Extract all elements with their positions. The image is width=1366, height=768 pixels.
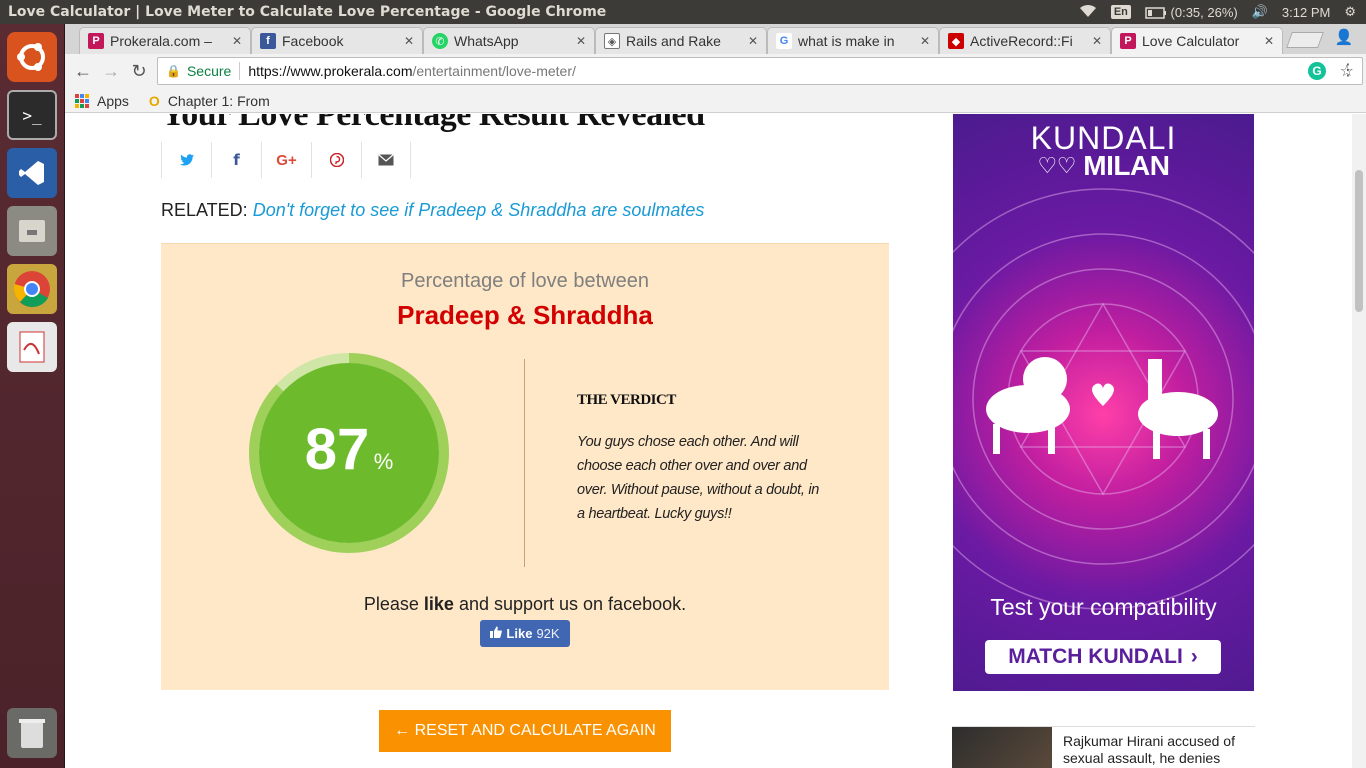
- page-title: Your Love Percentage Result Revealed: [161, 114, 705, 133]
- prokerala-favicon-icon: P: [88, 33, 104, 49]
- bookmark-apps[interactable]: Apps: [97, 93, 129, 109]
- related-prefix: RELATED:: [161, 200, 248, 220]
- settings-gear-icon[interactable]: ⚙: [1344, 4, 1356, 20]
- tab-google-search[interactable]: G what is make in ✕: [767, 27, 939, 54]
- result-label: Percentage of love between: [401, 270, 649, 292]
- like-count: 92K: [536, 626, 560, 641]
- facebook-like-button[interactable]: Like 92K: [480, 620, 570, 647]
- terminal-icon[interactable]: >_: [7, 90, 57, 140]
- related-line: RELATED: Don't forget to see if Pradeep …: [161, 200, 704, 221]
- tab-prokerala[interactable]: P Prokerala.com – ✕: [79, 27, 251, 54]
- close-tab-icon[interactable]: ✕: [232, 34, 242, 48]
- window-title: Love Calculator | Love Meter to Calculat…: [8, 4, 607, 20]
- ad-brand-line2: ♡♡ MILAN: [1037, 150, 1170, 181]
- share-buttons: f G+: [161, 142, 411, 178]
- volume-icon[interactable]: 🔊: [1252, 4, 1268, 20]
- double-heart-icon: ♡♡: [1037, 153, 1077, 178]
- ruby-favicon-icon: ◆: [948, 33, 964, 49]
- system-top-bar: Love Calculator | Love Meter to Calculat…: [0, 0, 1366, 24]
- news-headline[interactable]: Rajkumar Hirani accused of sexual assaul…: [1063, 733, 1253, 767]
- ubuntu-launcher: >_: [0, 24, 65, 768]
- files-icon[interactable]: [7, 206, 57, 256]
- battery-status-text: (0:35, 26%): [1170, 4, 1238, 20]
- close-tab-icon[interactable]: ✕: [1264, 34, 1274, 48]
- browser-toolbar: ← → ↻ 🔒 Secure https://www.prokerala.com…: [65, 54, 1366, 89]
- apps-grid-icon[interactable]: [75, 93, 89, 108]
- system-tray: En (0:35, 26%) 🔊 3:12 PM ⚙: [1079, 4, 1366, 21]
- facebook-favicon-icon: f: [260, 33, 276, 49]
- love-percentage-gauge: 87 %: [244, 348, 454, 558]
- pinterest-share-icon[interactable]: [311, 142, 361, 178]
- whatsapp-favicon-icon: ✆: [432, 33, 448, 49]
- address-bar[interactable]: 🔒 Secure https://www.prokerala.com/enter…: [157, 57, 1363, 85]
- forward-icon[interactable]: →: [97, 61, 125, 82]
- news-item[interactable]: Rajkumar Hirani accused of sexual assaul…: [952, 726, 1255, 768]
- chapter-bookmark-icon: O: [148, 92, 160, 109]
- match-kundali-button[interactable]: MATCH KUNDALI ›: [985, 640, 1221, 674]
- page-viewport: Your Love Percentage Result Revealed f G…: [65, 114, 1352, 768]
- reload-icon[interactable]: ↻: [125, 61, 153, 82]
- tab-facebook[interactable]: f Facebook ✕: [251, 27, 423, 54]
- close-tab-icon[interactable]: ✕: [404, 34, 414, 48]
- close-tab-icon[interactable]: ✕: [920, 34, 930, 48]
- tab-whatsapp[interactable]: ✆ WhatsApp ✕: [423, 27, 595, 54]
- close-tab-icon[interactable]: ✕: [576, 34, 586, 48]
- trash-icon[interactable]: [7, 708, 57, 758]
- prokerala-favicon-icon: P: [1120, 33, 1136, 49]
- clock[interactable]: 3:12 PM: [1282, 5, 1330, 20]
- url-host: https://www.prokerala.com: [248, 63, 413, 79]
- email-share-icon[interactable]: [361, 142, 411, 178]
- bookmarks-bar: Apps O Chapter 1: From: [65, 89, 1366, 113]
- verdict-text: You guys chose each other. And will choo…: [577, 434, 820, 522]
- ubuntu-dash-icon[interactable]: [7, 32, 57, 82]
- love-result-card: Percentage of love between Pradeep & Shr…: [161, 243, 889, 690]
- document-viewer-icon[interactable]: [7, 322, 57, 372]
- browser-tab-strip: P Prokerala.com – ✕ f Facebook ✕ ✆ WhatsAp…: [65, 24, 1366, 54]
- ad-tagline: Test your compatibility: [990, 594, 1217, 620]
- new-tab-button[interactable]: [1286, 32, 1324, 48]
- twitter-share-icon[interactable]: [161, 142, 211, 178]
- rails-favicon-icon: ◈: [604, 33, 620, 49]
- vscode-icon[interactable]: [7, 148, 57, 198]
- verdict-divider: [524, 359, 525, 567]
- chrome-menu-icon[interactable]: ⋮: [1340, 60, 1356, 80]
- close-tab-icon[interactable]: ✕: [748, 34, 758, 48]
- tab-activerecord[interactable]: ◆ ActiveRecord::Fi ✕: [939, 27, 1111, 54]
- facebook-support-text: Please like and support us on facebook.: [363, 594, 687, 614]
- profile-icon[interactable]: 👤: [1333, 28, 1355, 48]
- thumbs-up-icon: [490, 626, 503, 641]
- couple-names: Pradeep & Shraddha: [397, 300, 653, 330]
- verdict-title: THE VERDICT: [577, 392, 676, 408]
- wifi-icon[interactable]: [1079, 4, 1097, 21]
- percentage-readout: 87 %: [244, 416, 454, 483]
- bookmark-chapter[interactable]: Chapter 1: From: [168, 93, 270, 109]
- like-label: Like: [506, 626, 533, 641]
- close-tab-icon[interactable]: ✕: [1092, 34, 1102, 48]
- url-path: /entertainment/love-meter/: [412, 63, 576, 79]
- google-favicon-icon: G: [776, 33, 792, 49]
- percent-sign: %: [373, 449, 394, 474]
- google-plus-share-icon[interactable]: G+: [261, 142, 311, 178]
- chrome-icon[interactable]: [7, 264, 57, 314]
- percentage-value: 87: [304, 417, 370, 482]
- grammarly-extension-icon[interactable]: G: [1308, 62, 1326, 80]
- secure-label: Secure: [186, 63, 232, 79]
- page-scrollbar[interactable]: [1352, 114, 1366, 768]
- tab-rails-and-rake[interactable]: ◈ Rails and Rake ✕: [595, 27, 767, 54]
- keyboard-language-indicator[interactable]: En: [1110, 5, 1131, 19]
- related-soulmates-link[interactable]: Don't forget to see if Pradeep & Shraddh…: [253, 200, 705, 220]
- kundali-milan-ad[interactable]: KUNDALI ♡♡ MILAN Test your compatibility…: [953, 114, 1254, 691]
- scrollbar-thumb[interactable]: [1355, 170, 1363, 312]
- back-icon[interactable]: ←: [69, 61, 97, 82]
- facebook-share-icon[interactable]: f: [211, 142, 261, 178]
- reset-calculate-button[interactable]: ← RESET AND CALCULATE AGAIN: [379, 710, 671, 752]
- tab-love-calculator[interactable]: P Love Calculator ✕: [1111, 27, 1283, 54]
- battery-indicator[interactable]: (0:35, 26%): [1145, 5, 1238, 20]
- lock-icon: 🔒: [166, 64, 181, 78]
- chevron-right-icon: ›: [1190, 645, 1198, 668]
- news-thumbnail: [952, 727, 1052, 768]
